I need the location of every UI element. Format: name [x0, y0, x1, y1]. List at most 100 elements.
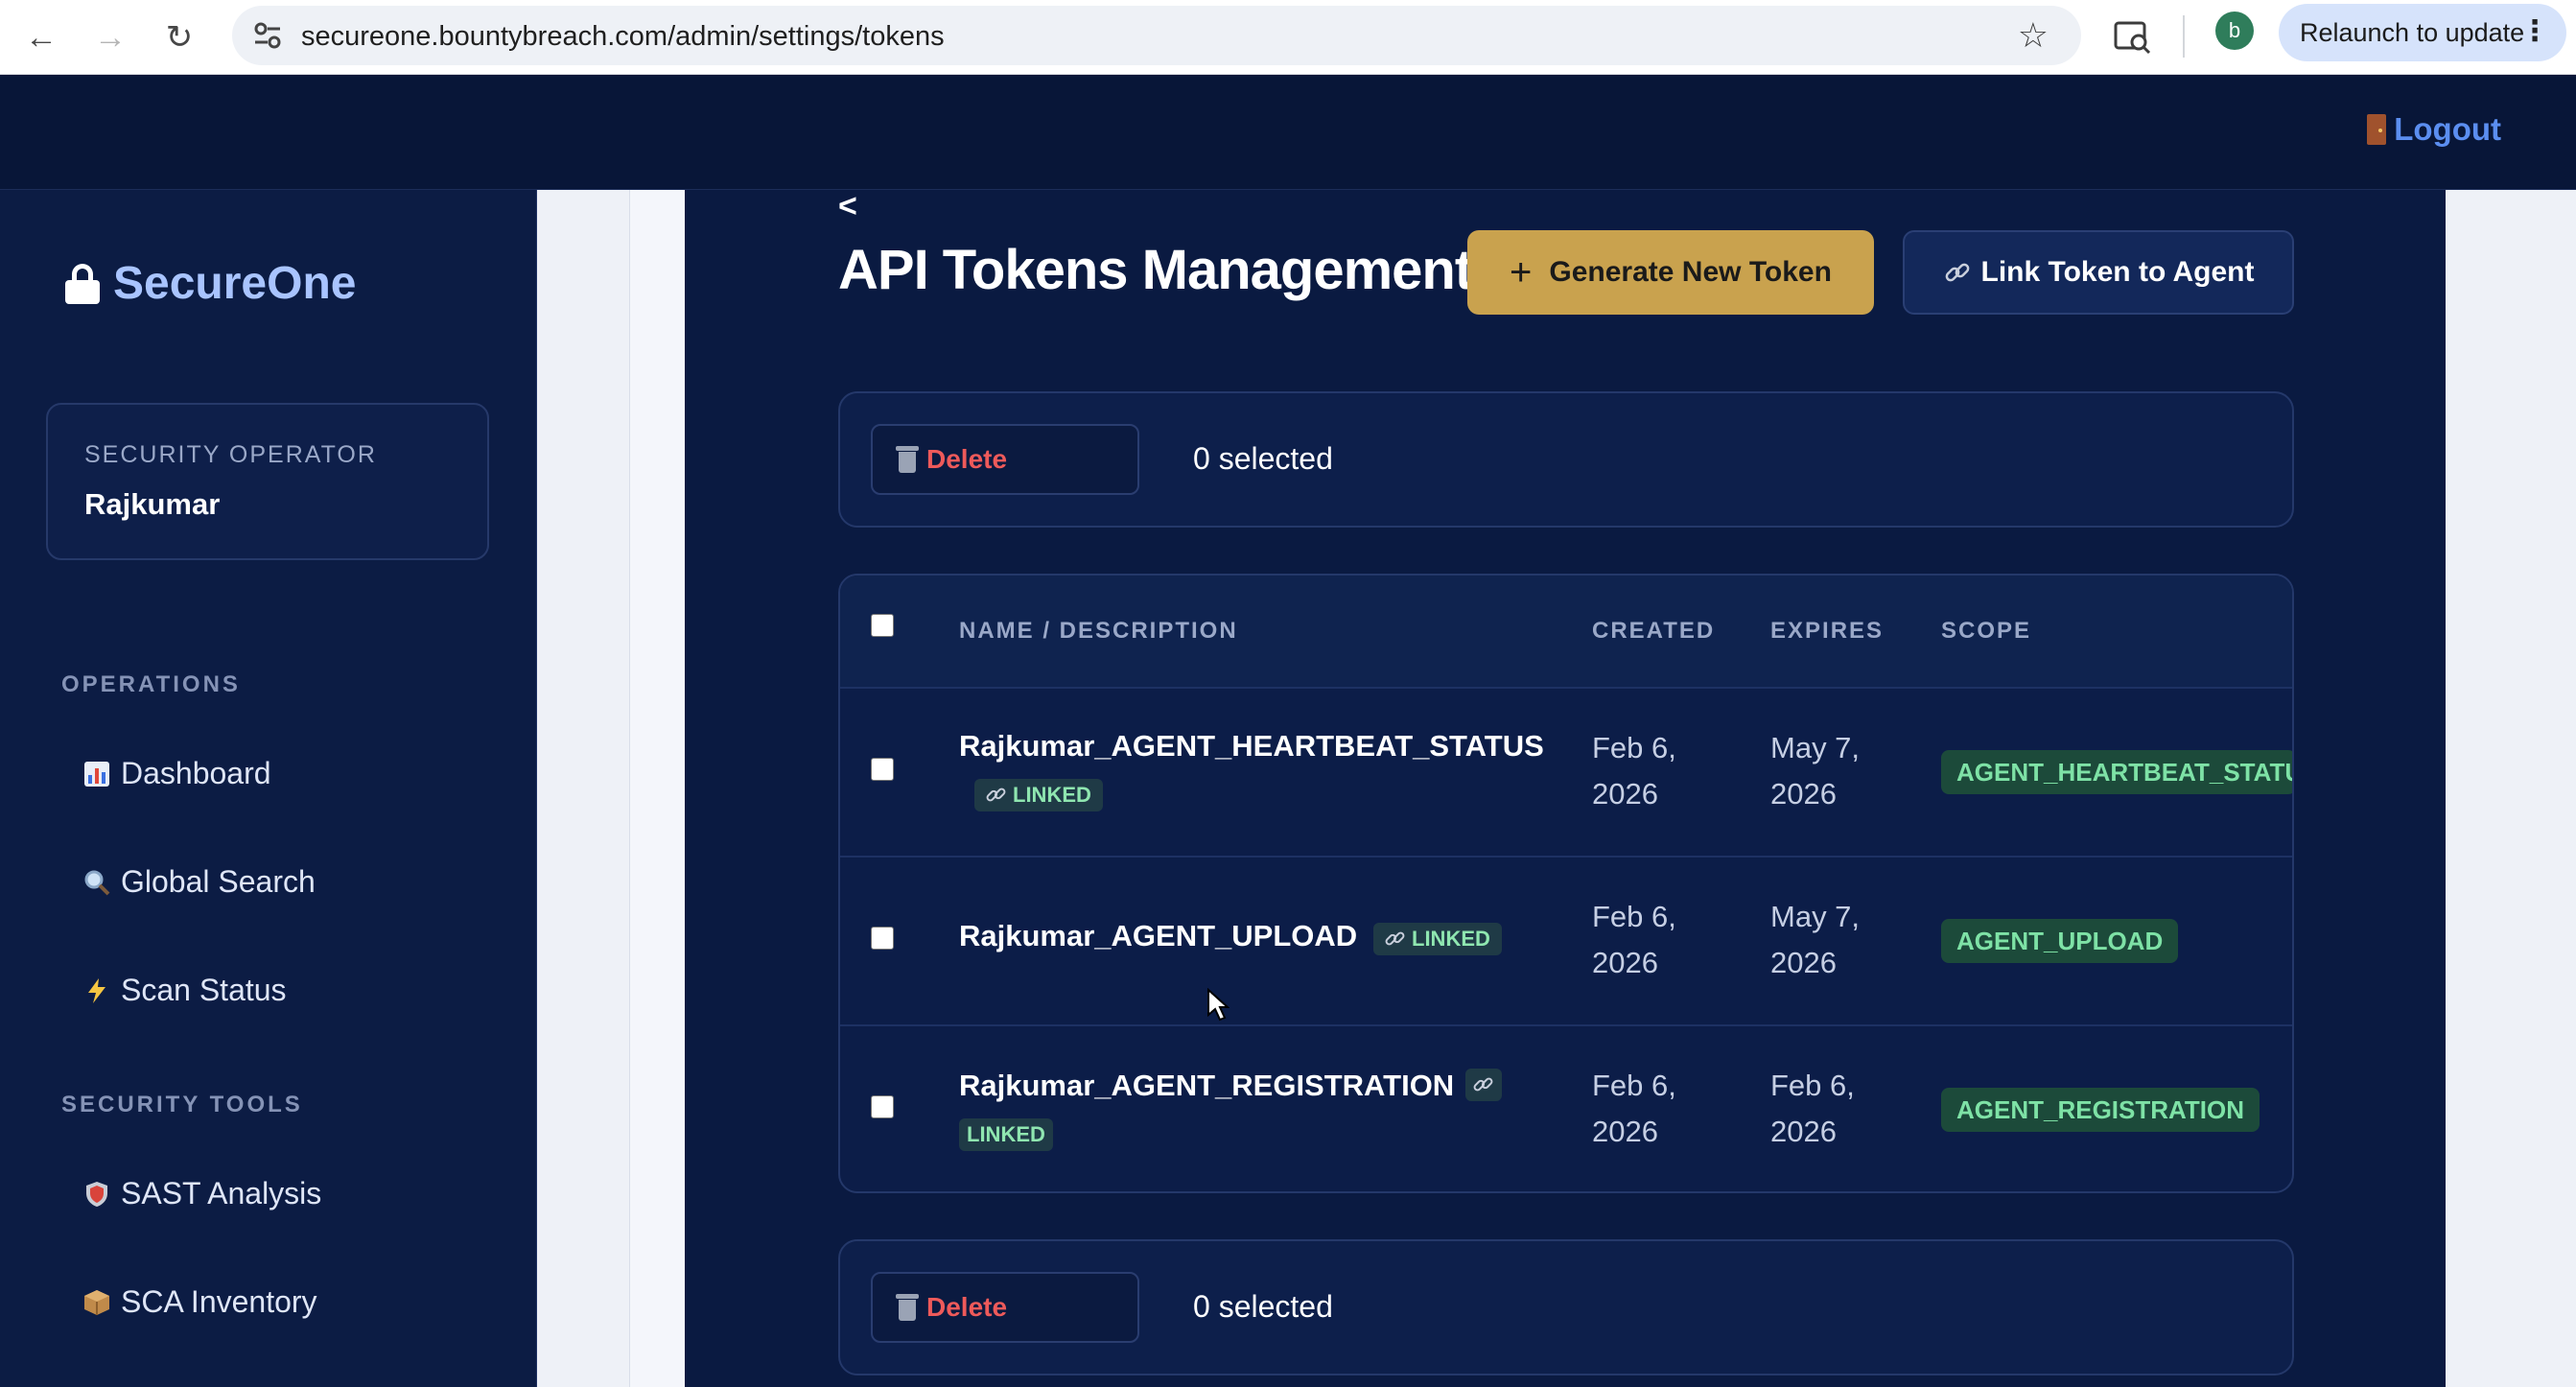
column-header-expires: EXPIRES [1770, 618, 1885, 644]
created-date-line2: 2026 [1592, 946, 1658, 979]
expires-date-line1: May 7, [1770, 731, 1861, 764]
created-date-line1: Feb 6, [1592, 900, 1676, 933]
tokens-table: NAME / DESCRIPTION CREATED EXPIRES SCOPE… [838, 574, 2294, 1193]
sidebar-item-label: Global Search [121, 864, 316, 899]
row-checkbox[interactable] [871, 1095, 894, 1118]
link-token-button[interactable]: Link Token to Agent [1903, 230, 2294, 315]
token-name: Rajkumar_AGENT_REGISTRATION [959, 1069, 1455, 1102]
section-label-security-tools: SECURITY TOOLS [61, 1092, 303, 1117]
reload-icon[interactable]: ↻ [155, 13, 203, 61]
chain-link-icon [1473, 1077, 1493, 1092]
mouse-cursor-icon [1207, 988, 1229, 1022]
site-settings-icon[interactable] [251, 19, 284, 52]
table-header: NAME / DESCRIPTION CREATED EXPIRES SCOPE [840, 576, 2292, 687]
expires-date-line1: May 7, [1770, 900, 1861, 933]
expires-date-line2: 2026 [1770, 777, 1837, 811]
column-header-created: CREATED [1592, 618, 1716, 644]
sidebar-item-dashboard[interactable]: Dashboard [82, 756, 271, 791]
created-date: Feb 6, 2026 [1592, 894, 1676, 986]
generate-token-button[interactable]: + Generate New Token [1467, 230, 1874, 315]
brand-name: SecureOne [113, 258, 357, 309]
delete-label: Delete [926, 1292, 1008, 1322]
page-title: API Tokens Management [838, 239, 1473, 301]
lock-icon [65, 263, 100, 304]
bulk-action-bar-top: Delete 0 selected [838, 391, 2294, 528]
package-icon [84, 1289, 109, 1315]
chain-link-icon [986, 788, 1006, 802]
selected-count: 0 selected [1193, 1289, 1333, 1324]
brand-logo[interactable]: SecureOne [65, 257, 356, 310]
generate-token-label: Generate New Token [1549, 256, 1832, 288]
user-card: SECURITY OPERATOR Rajkumar [46, 403, 489, 560]
delete-label: Delete [926, 444, 1008, 474]
bulk-action-bar-bottom: Delete 0 selected [838, 1239, 2294, 1375]
row-checkbox[interactable] [871, 927, 894, 950]
created-date-line1: Feb 6, [1592, 1069, 1676, 1102]
delete-button[interactable]: Delete [871, 1272, 1139, 1343]
bookmark-star-icon[interactable]: ☆ [2018, 15, 2049, 56]
sidebar: SecureOne SECURITY OPERATOR Rajkumar OPE… [0, 190, 537, 1387]
created-date: Feb 6, 2026 [1592, 1063, 1676, 1155]
expires-date-line1: Feb 6, [1770, 1069, 1855, 1102]
table-row: Rajkumar_AGENT_UPLOAD LINKED Feb 6, 2026… [840, 856, 2292, 1024]
column-header-name: NAME / DESCRIPTION [959, 618, 1238, 644]
token-name: Rajkumar_AGENT_UPLOAD [959, 919, 1358, 952]
relaunch-label: Relaunch to update [2300, 17, 2525, 47]
linked-label: LINKED [967, 1122, 1045, 1146]
trash-icon [896, 1294, 919, 1321]
browser-toolbar: ← → ↻ secureone.bountybreach.com/admin/s… [0, 0, 2576, 75]
back-button[interactable]: < [838, 188, 857, 225]
expires-date: Feb 6, 2026 [1770, 1063, 1855, 1155]
url-text[interactable]: secureone.bountybreach.com/admin/setting… [301, 21, 945, 53]
created-date: Feb 6, 2026 [1592, 725, 1676, 817]
plus-icon: + [1510, 251, 1533, 294]
user-role: SECURITY OPERATOR [84, 441, 377, 468]
section-label-operations: OPERATIONS [61, 671, 241, 697]
logout-link[interactable]: Logout [2367, 111, 2501, 148]
shield-icon [86, 1181, 107, 1207]
created-date-line1: Feb 6, [1592, 731, 1676, 764]
sidebar-item-label: SAST Analysis [121, 1176, 322, 1211]
delete-button[interactable]: Delete [871, 424, 1139, 495]
tab-search-icon[interactable] [2108, 13, 2156, 61]
linked-badge: LINKED [959, 1118, 1053, 1151]
profile-avatar[interactable]: b [2215, 12, 2254, 50]
scope-badge: AGENT_UPLOAD [1941, 919, 2179, 963]
sidebar-item-label: Scan Status [121, 973, 287, 1007]
row-checkbox[interactable] [871, 758, 894, 781]
user-name: Rajkumar [84, 487, 221, 521]
created-date-line2: 2026 [1592, 1115, 1658, 1148]
address-bar[interactable]: secureone.bountybreach.com/admin/setting… [232, 6, 2081, 65]
sidebar-item-label: SCA Inventory [121, 1284, 317, 1319]
created-date-line2: 2026 [1592, 777, 1658, 811]
chain-link-icon [1945, 263, 1969, 282]
magnifier-icon [84, 870, 110, 895]
sidebar-item-label: Dashboard [121, 756, 271, 790]
linked-label: LINKED [1013, 783, 1091, 807]
table-row: Rajkumar_AGENT_REGISTRATION LINKED Feb 6… [840, 1024, 2292, 1191]
sidebar-item-sca-inventory[interactable]: SCA Inventory [82, 1284, 317, 1320]
sidebar-item-global-search[interactable]: Global Search [82, 864, 316, 900]
select-all-checkbox[interactable] [871, 614, 894, 637]
scope-badge: AGENT_HEARTBEAT_STATU [1941, 750, 2292, 794]
logout-label: Logout [2394, 111, 2501, 147]
forward-arrow-icon[interactable]: → [86, 13, 134, 61]
expires-date-line2: 2026 [1770, 1115, 1837, 1148]
lightning-icon [88, 977, 105, 1003]
linked-label: LINKED [1412, 927, 1490, 951]
expires-date: May 7, 2026 [1770, 894, 1860, 986]
linked-link-icon-badge [1465, 1069, 1502, 1101]
scope-badge: AGENT_REGISTRATION [1941, 1088, 2260, 1132]
kebab-menu-icon[interactable]: ⋮ [2520, 17, 2549, 46]
token-name: Rajkumar_AGENT_HEARTBEAT_STATUS [959, 729, 1544, 763]
sidebar-item-sast-analysis[interactable]: SAST Analysis [82, 1176, 321, 1211]
relaunch-button[interactable]: Relaunch to update ⋮ [2279, 4, 2566, 61]
expires-date: May 7, 2026 [1770, 725, 1860, 817]
back-arrow-icon[interactable]: ← [17, 13, 65, 61]
link-token-label: Link Token to Agent [1980, 256, 2255, 288]
app-header: Logout [0, 75, 2576, 190]
trash-icon [896, 446, 919, 473]
sidebar-item-scan-status[interactable]: Scan Status [82, 973, 287, 1008]
toolbar-divider [2183, 15, 2185, 58]
table-row: Rajkumar_AGENT_HEARTBEAT_STATUS LINKED F… [840, 687, 2292, 856]
